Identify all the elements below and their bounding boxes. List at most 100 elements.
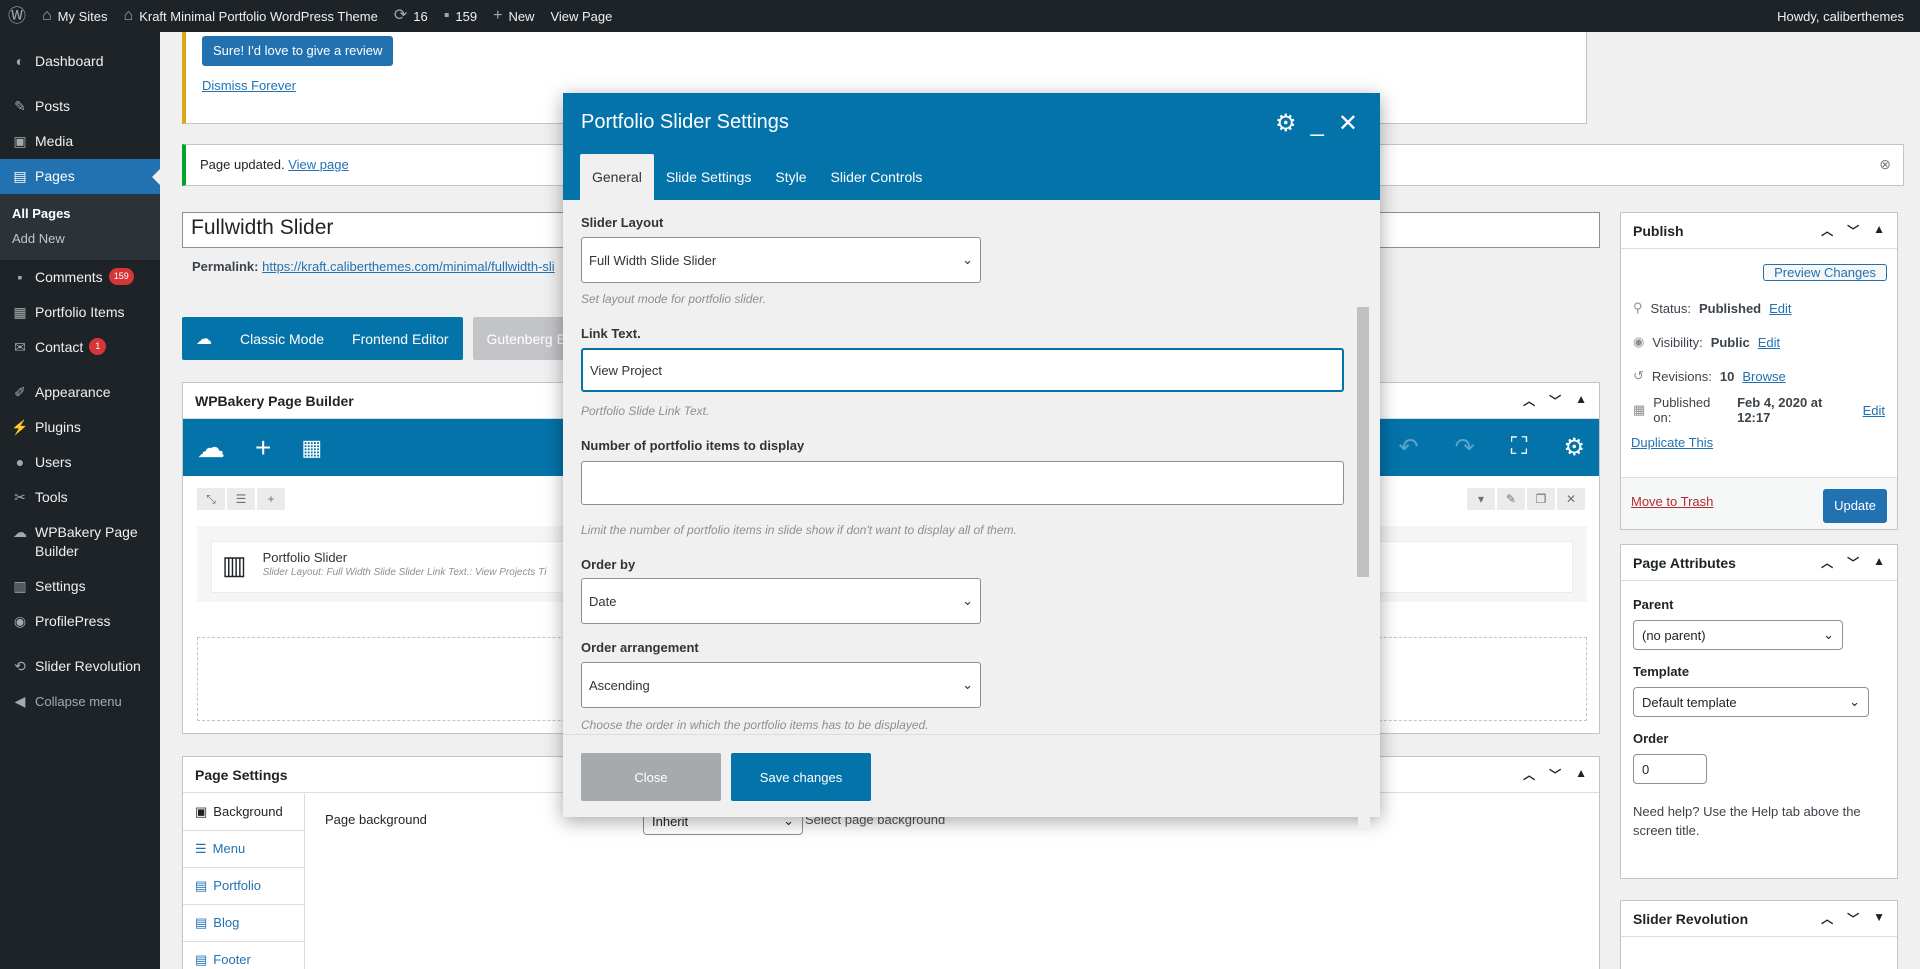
sidebar-item-profilepress[interactable]: ◉ ProfilePress [0,604,160,639]
move-up-icon[interactable]: ︿ [1523,392,1535,409]
list-icon: ▤ [195,952,208,967]
minimize-icon[interactable]: _ [1311,110,1324,138]
move-up-icon[interactable]: ︿ [1523,766,1535,783]
move-up-icon[interactable]: ︿ [1821,222,1833,239]
edit-status-link[interactable]: Edit [1769,301,1791,316]
order-arrangement-select[interactable]: Ascending ⌄ [581,662,981,708]
wpbakery-logo-icon[interactable]: ☁ [197,431,225,464]
move-down-icon[interactable]: ﹀ [1549,392,1561,409]
edit-date-link[interactable]: Edit [1863,403,1885,418]
redo-icon[interactable]: ↷ [1455,433,1475,462]
move-down-icon[interactable]: ﹀ [1847,910,1859,927]
sidebar-item-posts[interactable]: ✎ Posts [0,89,160,124]
tab-style[interactable]: Style [763,154,818,200]
order-by-select[interactable]: Date ⌄ [581,578,981,624]
tab-slider-controls[interactable]: Slider Controls [819,154,935,200]
nav-footer[interactable]: ▤ Footer [183,942,304,969]
toggle-icon[interactable]: ▲ [1873,222,1885,239]
sidebar-item-users[interactable]: ● Users [0,445,160,480]
move-up-icon[interactable]: ︿ [1821,554,1833,571]
view-page-link[interactable]: View page [288,157,348,172]
sidebar-item-dashboard[interactable]: ◐ Dashboard [0,44,160,79]
edit-row-icon[interactable]: ✎ [1497,488,1525,510]
template-select[interactable]: Default template ⌄ [1633,687,1869,717]
items-count-input[interactable] [581,461,1344,505]
sidebar-item-portfolio[interactable]: ▦ Portfolio Items [0,295,160,330]
chevron-down-icon: ⌄ [1849,694,1860,709]
row-toggle-icon[interactable]: ▾ [1467,488,1495,510]
add-element-icon[interactable]: + [255,432,271,464]
toggle-icon[interactable]: ▲ [1575,392,1587,409]
sidebar-item-plugins[interactable]: ⚡ Plugins [0,410,160,445]
nav-menu[interactable]: ☰ Menu [183,831,304,868]
order-input[interactable]: 0 [1633,754,1707,784]
modal-scrollbar-thumb[interactable] [1357,307,1369,577]
parent-select[interactable]: (no parent) ⌄ [1633,620,1843,650]
site-name-link[interactable]: ⌂ Kraft Minimal Portfolio WordPress Theme [116,0,386,32]
add-column-icon[interactable]: + [257,488,285,510]
sidebar-item-appearance[interactable]: ✐ Appearance [0,375,160,410]
updates-link[interactable]: ⟳ 16 [386,0,436,32]
slider-layout-select[interactable]: Full Width Slide Slider ⌄ [581,237,981,283]
classic-mode-button[interactable]: Classic Mode [240,331,324,347]
preview-changes-button[interactable]: Preview Changes [1763,264,1887,281]
tab-general[interactable]: General [580,154,654,200]
close-button[interactable]: Close [581,753,721,801]
move-down-icon[interactable]: ﹀ [1847,222,1859,239]
sidebar-item-wpbakery[interactable]: ☁ WPBakery Page Builder [0,515,160,569]
tab-slide-settings[interactable]: Slide Settings [654,154,764,200]
save-changes-button[interactable]: Save changes [731,753,871,801]
account-menu[interactable]: Howdy, caliberthemes [1769,0,1920,32]
sidebar-item-media[interactable]: ▣ Media [0,124,160,159]
dismiss-forever-link[interactable]: Dismiss Forever [202,78,296,93]
my-sites-link[interactable]: ⌂ My Sites [34,0,116,32]
toggle-icon[interactable]: ▼ [1873,910,1885,927]
sidebar-item-tools[interactable]: ✂ Tools [0,480,160,515]
clone-row-icon[interactable]: ❐ [1527,488,1555,510]
row-layout-icon[interactable]: ☰ [227,488,255,510]
gutenberg-editor-button[interactable]: Gutenberg Editor [472,317,577,360]
move-to-trash-link[interactable]: Move to Trash [1631,494,1713,509]
fullscreen-icon[interactable]: ⛶ [1511,433,1528,462]
comments-link[interactable]: ▪ 159 [436,0,485,32]
sidebar-item-comments[interactable]: ▪ Comments 159 [0,260,160,295]
submenu-all-pages[interactable]: All Pages [0,201,160,226]
duplicate-this-link[interactable]: Duplicate This [1631,435,1713,450]
templates-icon[interactable]: ▦ [301,435,322,461]
link-text-input[interactable]: View Project [581,348,1344,392]
move-down-icon[interactable]: ﹀ [1549,766,1561,783]
move-down-icon[interactable]: ﹀ [1847,554,1859,571]
edit-visibility-link[interactable]: Edit [1758,335,1780,350]
modal-settings-gear-icon[interactable]: ⚙ [1275,109,1297,138]
update-button[interactable]: Update [1823,489,1887,523]
nav-background[interactable]: ▣ Background [183,794,304,831]
sidebar-item-contact[interactable]: ✉ Contact 1 [0,330,160,365]
nav-portfolio[interactable]: ▤ Portfolio [183,868,304,905]
collapse-menu-button[interactable]: ◀ Collapse menu [0,684,160,719]
browse-revisions-link[interactable]: Browse [1742,369,1785,384]
undo-icon[interactable]: ↶ [1398,433,1418,462]
give-review-button[interactable]: Sure! I'd love to give a review [202,36,394,66]
move-up-icon[interactable]: ︿ [1821,910,1833,927]
submenu-add-new[interactable]: Add New [0,226,160,251]
close-icon[interactable]: ✕ [1338,109,1358,138]
modal-tabs: General Slide Settings Style Slider Cont… [580,154,934,200]
move-row-icon[interactable]: ⤡ [197,488,225,510]
page-attributes-box: Page Attributes ︿ ﹀ ▲ Parent (no parent)… [1620,544,1898,879]
settings-gear-icon[interactable]: ⚙ [1563,433,1585,462]
toggle-icon[interactable]: ▲ [1575,766,1587,783]
delete-row-icon[interactable]: ✕ [1557,488,1585,510]
frontend-editor-button[interactable]: Frontend Editor [352,331,449,347]
new-content-link[interactable]: + New [485,0,542,32]
view-page-link[interactable]: View Page [542,0,620,32]
sidebar-item-slider-revolution[interactable]: ⟲ Slider Revolution [0,649,160,684]
wordpress-logo-icon[interactable]: Ⓦ [0,0,34,32]
toggle-icon[interactable]: ▲ [1873,554,1885,571]
sidebar-item-settings[interactable]: ▥ Settings [0,569,160,604]
attributes-help-text: Need help? Use the Help tab above the sc… [1633,804,1861,838]
history-icon: ↺ [1633,368,1644,383]
sidebar-item-pages[interactable]: ▤ Pages [0,159,160,194]
nav-blog[interactable]: ▤ Blog [183,905,304,942]
dismiss-notice-icon[interactable]: ⊗ [1879,156,1891,173]
permalink-url-link[interactable]: https://kraft.caliberthemes.com/minimal/… [262,259,555,274]
